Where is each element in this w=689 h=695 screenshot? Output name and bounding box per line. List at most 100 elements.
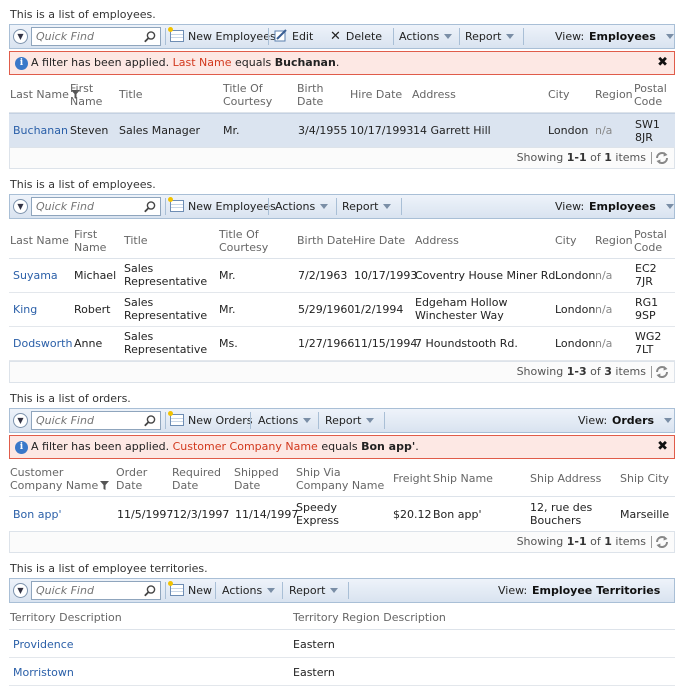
refresh-icon[interactable] xyxy=(654,364,670,380)
cell-last-name[interactable]: Suyama xyxy=(13,269,58,282)
info-icon: i xyxy=(15,57,28,70)
actions-menu[interactable]: Actions xyxy=(222,579,276,602)
column-header-hire-date[interactable]: Hire Date xyxy=(353,234,405,247)
refresh-icon[interactable] xyxy=(654,150,670,166)
column-header-city[interactable]: City xyxy=(548,88,570,101)
collapse-toggle-icon[interactable]: ▼ xyxy=(13,583,28,598)
quick-find-box[interactable] xyxy=(31,27,161,46)
column-header-ship-address[interactable]: Ship Address xyxy=(530,472,601,485)
column-header-first-name[interactable]: First Name xyxy=(70,82,110,108)
quick-find-box[interactable] xyxy=(31,581,161,600)
column-header-ship-via[interactable]: Ship Via Company Name xyxy=(296,466,391,492)
view-selector[interactable]: Employees xyxy=(589,25,674,48)
column-header-territory-region[interactable]: Territory Region Description xyxy=(293,611,446,624)
report-menu[interactable]: Report xyxy=(289,579,339,602)
report-menu[interactable]: Report xyxy=(325,409,375,432)
refresh-icon[interactable] xyxy=(654,534,670,550)
cell-courtesy: Mr. xyxy=(219,303,236,316)
table-row[interactable]: Buchanan Steven Sales Manager Mr. 3/4/19… xyxy=(9,113,675,148)
employees-list-description: This is a list of employees. xyxy=(10,8,156,21)
actions-menu[interactable]: Actions xyxy=(399,25,453,48)
new-employees-button[interactable]: New Employees xyxy=(168,25,276,48)
column-header-shipped-date[interactable]: Shipped Date xyxy=(234,466,279,492)
cell-hire-date: 10/17/1993 xyxy=(350,124,414,137)
delete-button[interactable]: ✕ Delete xyxy=(330,25,382,48)
employees-toolbar: ▼ New Employees Edit ✕Delete Actions Rep… xyxy=(9,24,675,49)
search-icon[interactable] xyxy=(143,30,157,44)
column-header-address[interactable]: Address xyxy=(415,234,459,247)
column-header-freight[interactable]: Freight xyxy=(393,472,431,485)
table-row[interactable]: Suyama Michael Sales Representative Mr. … xyxy=(9,259,675,293)
quick-find-input[interactable] xyxy=(32,28,138,45)
view-selector[interactable]: Employee Territories xyxy=(532,579,674,616)
column-header-last-name[interactable]: Last Name xyxy=(10,234,69,247)
chevron-down-icon xyxy=(665,34,674,39)
employees-toolbar: ▼ New Employees Actions Report View: Emp… xyxy=(9,194,675,219)
cell-ship-name: Bon app' xyxy=(433,508,482,521)
quick-find-input[interactable] xyxy=(32,582,138,599)
search-icon[interactable] xyxy=(143,414,157,428)
column-header-postal-code[interactable]: Postal Code xyxy=(634,228,674,254)
territories-toolbar: ▼ New Actions Report View: Employee Terr… xyxy=(9,578,675,616)
new-employees-button[interactable]: New Employees xyxy=(168,195,276,218)
collapse-toggle-icon[interactable]: ▼ xyxy=(13,29,28,44)
column-header-birth-date[interactable]: Birth Date xyxy=(297,234,353,247)
table-row[interactable]: Dodsworth Anne Sales Representative Ms. … xyxy=(9,327,675,361)
column-header-ship-name[interactable]: Ship Name xyxy=(433,472,493,485)
column-header-region[interactable]: Region xyxy=(595,234,633,247)
table-row[interactable]: Providence Eastern xyxy=(9,630,675,658)
delete-icon: ✕ xyxy=(330,29,341,44)
quick-find-input[interactable] xyxy=(32,198,138,215)
column-header-title[interactable]: Title xyxy=(124,234,148,247)
column-header-territory[interactable]: Territory Description xyxy=(10,611,122,624)
column-header-city[interactable]: City xyxy=(555,234,577,247)
column-header-postal-code[interactable]: Postal Code xyxy=(634,82,674,108)
column-header-title[interactable]: Title xyxy=(119,88,143,101)
chevron-down-icon xyxy=(664,418,673,423)
column-header-region[interactable]: Region xyxy=(595,88,633,101)
column-header-customer-company-name[interactable]: Customer Company Name xyxy=(10,466,110,492)
cell-order-date: 11/5/1997 xyxy=(117,508,174,521)
quick-find-input[interactable] xyxy=(32,412,138,429)
cell-territory[interactable]: Providence xyxy=(13,638,74,651)
search-icon[interactable] xyxy=(143,200,157,214)
actions-menu[interactable]: Actions xyxy=(258,409,312,432)
chevron-down-icon xyxy=(303,418,312,423)
search-icon[interactable] xyxy=(143,584,157,598)
cell-territory[interactable]: Morristown xyxy=(13,666,74,679)
column-header-courtesy[interactable]: Title Of Courtesy xyxy=(223,82,283,108)
report-menu[interactable]: Report xyxy=(342,195,392,218)
quick-find-box[interactable] xyxy=(31,197,161,216)
quick-find-box[interactable] xyxy=(31,411,161,430)
view-selector[interactable]: Employees xyxy=(589,195,674,218)
close-icon[interactable]: ✖ xyxy=(657,440,668,454)
filter-field[interactable]: Last Name xyxy=(173,56,232,69)
cell-postal-code: EC2 7JR xyxy=(635,262,657,288)
chevron-down-icon xyxy=(320,204,329,209)
column-header-first-name[interactable]: First Name xyxy=(74,228,114,254)
column-header-order-date[interactable]: Order Date xyxy=(116,466,156,492)
filter-field[interactable]: Customer Company Name xyxy=(173,440,318,453)
column-header-required-date[interactable]: Required Date xyxy=(172,466,222,492)
column-header-birth-date[interactable]: Birth Date xyxy=(297,82,337,108)
cell-last-name[interactable]: King xyxy=(13,303,37,316)
column-header-ship-city[interactable]: Ship City xyxy=(620,472,669,485)
column-header-courtesy[interactable]: Title Of Courtesy xyxy=(219,228,279,254)
cell-last-name[interactable]: Dodsworth xyxy=(13,337,72,350)
table-row[interactable]: King Robert Sales Representative Mr. 5/2… xyxy=(9,293,675,327)
collapse-toggle-icon[interactable]: ▼ xyxy=(13,413,28,428)
new-button[interactable]: New xyxy=(168,579,212,602)
cell-customer[interactable]: Bon app' xyxy=(13,508,61,521)
edit-button[interactable]: Edit xyxy=(274,25,313,48)
view-selector[interactable]: Orders xyxy=(612,409,673,432)
report-menu[interactable]: Report xyxy=(465,25,515,48)
collapse-toggle-icon[interactable]: ▼ xyxy=(13,199,28,214)
new-orders-button[interactable]: New Orders xyxy=(168,409,252,432)
column-header-address[interactable]: Address xyxy=(412,88,456,101)
table-row[interactable]: Morristown Eastern xyxy=(9,658,675,686)
column-header-hire-date[interactable]: Hire Date xyxy=(350,88,402,101)
actions-menu[interactable]: Actions xyxy=(275,195,329,218)
cell-last-name[interactable]: Buchanan xyxy=(13,124,68,137)
table-row[interactable]: Bon app' 11/5/1997 12/3/1997 11/14/1997 … xyxy=(9,497,675,532)
close-icon[interactable]: ✖ xyxy=(657,56,668,70)
